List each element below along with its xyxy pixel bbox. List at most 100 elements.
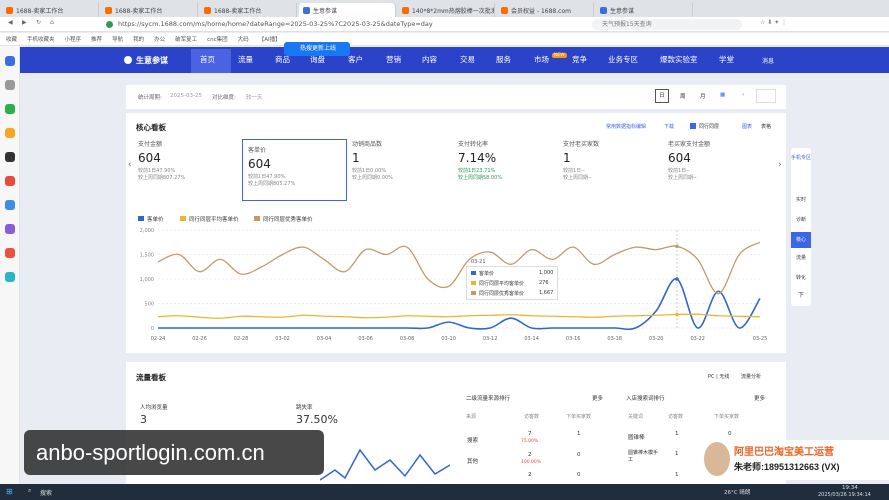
sidebar-app-icon[interactable] xyxy=(5,200,15,210)
legend-label[interactable]: 同行同层优秀客单价 xyxy=(263,215,313,223)
float-mobile-zone[interactable]: 手机专区 xyxy=(791,154,811,161)
browser-tab[interactable]: 会员权益 - 1688.com xyxy=(497,3,594,17)
nav-item-market[interactable]: 市场 xyxy=(534,54,549,65)
period-month-button[interactable]: 月 xyxy=(700,92,706,100)
back-icon[interactable]: ◀ xyxy=(8,19,13,26)
peer-label: 同行同层 xyxy=(699,124,720,130)
keyword-row-name[interactable]: 圆锥棒木模手工 xyxy=(628,449,662,463)
bookmark-item[interactable]: 小程序 xyxy=(65,35,82,43)
browser-tab[interactable]: 140*8*2mm热熔胶棒一次批发 xyxy=(398,3,495,17)
brand-title[interactable]: 生意参谋 xyxy=(136,55,168,66)
sidebar-app-icon[interactable] xyxy=(5,272,15,282)
nav-item-content[interactable]: 内容 xyxy=(422,54,437,65)
float-realtime[interactable]: 实时 xyxy=(791,196,811,203)
sidebar-app-icon[interactable] xyxy=(5,56,15,66)
nav-item-products[interactable]: 商品 xyxy=(275,54,290,65)
metric-card[interactable]: 支付老买家数 1 较前1日-- 较上周同期-- xyxy=(563,139,668,201)
bookmark-item[interactable]: cnc集团 xyxy=(207,35,228,43)
period-day-button[interactable]: 日 xyxy=(655,89,669,103)
period-week-button[interactable]: 周 xyxy=(680,92,686,100)
metric-card-selected[interactable]: 客单价 604 较前1日47.90% 较上周同期805.27% xyxy=(242,139,347,201)
nav-item-inquiry[interactable]: 询盘 xyxy=(310,54,325,65)
bookmarks-bar: 收藏 手机收藏夹 小程序 推荐 导航 我的 办公 破军复工 cnc集团 大码 【… xyxy=(0,33,889,46)
bookmark-item[interactable]: 办公 xyxy=(154,35,165,43)
bookmark-item[interactable]: 推荐 xyxy=(91,35,102,43)
nav-item-school[interactable]: 学堂 xyxy=(719,54,734,65)
browser-tab[interactable]: 1688-卖家工作台 xyxy=(200,3,297,17)
metrics-prev-icon[interactable]: ‹ xyxy=(128,160,132,170)
legend-label[interactable]: 客单价 xyxy=(147,215,164,223)
nav-item-lab[interactable]: 爆款实验室 xyxy=(660,54,698,65)
source-more-link[interactable]: 更多 xyxy=(592,394,603,402)
bookmark-item[interactable]: 我的 xyxy=(133,35,144,43)
line-chart[interactable]: 0 500 1,000 1,500 2,000 02-24 02-26 02-28 03-02 0… xyxy=(126,224,786,349)
nav-item-marketing[interactable]: 营销 xyxy=(386,54,401,65)
metrics-next-icon[interactable]: › xyxy=(778,160,782,170)
float-down[interactable]: 下 xyxy=(791,290,811,299)
browser-tab-active[interactable]: 生意参谋 xyxy=(299,3,396,17)
windows-start-icon[interactable]: ⊞ xyxy=(6,487,13,496)
nav-item-trade[interactable]: 交易 xyxy=(460,54,475,65)
taskbar-search-label[interactable]: 搜索 xyxy=(40,488,52,497)
browser-tab[interactable]: 1688-卖家工作台 xyxy=(2,3,99,17)
sidebar-app-icon[interactable] xyxy=(5,128,15,138)
float-traffic[interactable]: 流量 xyxy=(791,254,811,261)
traffic-analysis-link[interactable]: 流量分析 xyxy=(741,373,761,380)
nav-item-business-zone[interactable]: 业务专区 xyxy=(608,54,638,65)
browser-tab[interactable]: 1688-卖家工作台 xyxy=(101,3,198,17)
source-header: 下单买家数 xyxy=(566,414,592,420)
peer-checkbox[interactable] xyxy=(690,123,696,129)
metric-card[interactable]: 老买家支付金额 604 较前1日-- 较上周同期-- xyxy=(668,139,773,201)
tooltip-value: 276 xyxy=(539,280,549,286)
metric-card[interactable]: 动销商品数 1 较前1日0.00% 较上周同期0.00% xyxy=(352,139,457,201)
download-link[interactable]: 下载 xyxy=(664,123,674,130)
keyword-more-link[interactable]: 更多 xyxy=(754,394,765,402)
sidebar-add-icon[interactable] xyxy=(5,80,15,90)
table-view-link[interactable]: 表格 xyxy=(761,123,771,130)
bookmark-item[interactable]: 手机收藏夹 xyxy=(27,35,55,43)
nav-item-traffic[interactable]: 流量 xyxy=(238,54,253,65)
series-line[interactable] xyxy=(157,278,761,331)
bookmark-item[interactable]: 导航 xyxy=(112,35,123,43)
edit-metrics-link[interactable]: 常用数据指标编辑 xyxy=(606,123,646,130)
home-icon[interactable]: ⌂ xyxy=(50,19,54,26)
metric-card[interactable]: 支付转化率 7.14% 较前1日23.71% 较上周同期58.00% xyxy=(458,139,563,201)
browser-search-input[interactable]: 天气预报15天查询 xyxy=(592,19,742,30)
float-conversion[interactable]: 转化 xyxy=(791,274,811,281)
browser-tab[interactable]: 生意参谋 xyxy=(596,3,693,17)
reload-icon[interactable]: ↻ xyxy=(36,19,41,26)
extension-icons[interactable]: ☆ ⬇ ✦ ⋮ xyxy=(760,19,787,26)
nav-item-customers[interactable]: 客户 xyxy=(348,54,363,65)
keyword-row-name[interactable]: 圆锥棒 xyxy=(628,433,645,441)
compare-value[interactable]: 较一天 xyxy=(246,93,263,101)
prev-date-icon[interactable]: ‹ xyxy=(742,92,744,98)
pc-wireless-toggle[interactable]: PC | 无线 xyxy=(708,373,729,380)
bookmark-item[interactable]: 大码 xyxy=(238,35,249,43)
url-field[interactable]: https://sycm.1688.com/ms/home/home?dateR… xyxy=(118,19,568,30)
sidebar-app-icon[interactable] xyxy=(5,248,15,258)
chart-view-link[interactable]: 图表 xyxy=(742,123,752,130)
nav-item-competition[interactable]: 竞争 xyxy=(572,54,587,65)
float-core-active[interactable]: 核心 xyxy=(791,232,811,248)
bookmark-item[interactable]: 破军复工 xyxy=(175,35,197,43)
bookmark-item[interactable]: 收藏 xyxy=(6,35,17,43)
nav-item-messages[interactable]: 消息 xyxy=(762,56,774,65)
metric-card[interactable]: 支付金额 604 较前1日47.90% 较上周同期807.27% xyxy=(138,139,243,201)
metric-change-day: 较前1日-- xyxy=(668,168,690,174)
keyword-header: 关键词 xyxy=(628,414,644,420)
sidebar-app-icon[interactable] xyxy=(5,104,15,114)
sidebar-app-icon[interactable] xyxy=(5,152,15,162)
bookmark-item[interactable]: 【AI播】 xyxy=(259,35,281,43)
source-row-change: 100.00% xyxy=(521,460,542,465)
series-line[interactable] xyxy=(157,313,761,319)
calendar-icon[interactable]: ▦ xyxy=(720,92,725,98)
sidebar-app-icon[interactable] xyxy=(5,176,15,186)
nav-item-home[interactable]: 首页 xyxy=(200,54,215,65)
next-date-icon[interactable] xyxy=(756,89,776,103)
float-diagnosis[interactable]: 诊断 xyxy=(791,216,811,223)
taskbar-search-icon[interactable]: ⌕ xyxy=(28,487,31,495)
legend-label[interactable]: 同行同层平均客单价 xyxy=(189,215,239,223)
forward-icon[interactable]: ▶ xyxy=(22,19,27,26)
nav-item-service[interactable]: 服务 xyxy=(496,54,511,65)
sidebar-app-icon[interactable] xyxy=(5,224,15,234)
